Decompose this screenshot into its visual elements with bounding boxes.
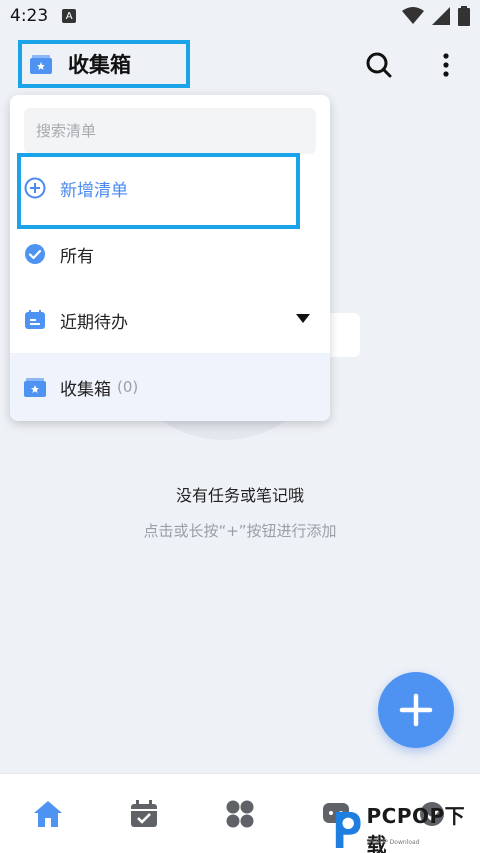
signal-icon xyxy=(432,7,450,25)
search-icon xyxy=(366,52,392,78)
caret-down-icon[interactable] xyxy=(296,314,310,324)
list-item-recent[interactable]: 近期待办 xyxy=(10,287,330,353)
more-options-button[interactable] xyxy=(434,48,458,82)
list-dropdown: 新增清单 所有 近期待办 收集箱 (0) xyxy=(10,95,330,421)
home-icon xyxy=(34,801,62,827)
list-item-all-label: 所有 xyxy=(60,246,94,267)
status-bar: 4:23 A xyxy=(0,0,480,32)
plus-icon xyxy=(399,693,433,727)
add-task-fab[interactable] xyxy=(378,672,454,748)
pcpop-logo-icon xyxy=(335,811,361,849)
nav-home[interactable] xyxy=(30,796,66,832)
grid-icon xyxy=(226,800,254,828)
calendar-list-icon xyxy=(25,310,45,329)
inbox-star-icon xyxy=(30,55,52,74)
add-list-label: 新增清单 xyxy=(60,180,128,201)
inbox-star-icon xyxy=(24,378,46,397)
status-time: 4:23 xyxy=(10,6,49,26)
nav-calendar[interactable] xyxy=(126,796,162,832)
search-button[interactable] xyxy=(362,48,396,82)
empty-state-title: 没有任务或笔记哦 xyxy=(175,486,304,505)
list-item-recent-label: 近期待办 xyxy=(60,312,128,333)
check-circle-icon xyxy=(25,244,45,264)
list-item-all[interactable]: 所有 xyxy=(10,221,330,287)
list-selector[interactable]: 收集箱 xyxy=(18,40,190,88)
add-circle-icon xyxy=(24,177,46,199)
watermark-subtext: PCPOP Download xyxy=(368,839,420,846)
notification-a-icon: A xyxy=(62,9,77,23)
list-item-inbox-count: (0) xyxy=(117,378,139,396)
app-bar: 收集箱 xyxy=(0,32,480,96)
list-item-inbox-label: 收集箱 xyxy=(60,379,111,400)
page-title: 收集箱 xyxy=(68,53,131,77)
wifi-icon xyxy=(402,7,424,24)
watermark: PCPOP下载 PCPOP Download xyxy=(332,804,480,853)
calendar-check-icon xyxy=(131,800,157,827)
nav-grid[interactable] xyxy=(222,796,258,832)
battery-icon xyxy=(458,6,470,26)
status-indicators xyxy=(402,6,470,26)
list-search-input[interactable] xyxy=(24,108,316,154)
list-item-inbox[interactable]: 收集箱 (0) xyxy=(10,353,330,421)
more-vertical-icon xyxy=(443,53,449,77)
add-list-item[interactable]: 新增清单 xyxy=(10,155,330,221)
empty-state-subtitle: 点击或长按“+”按钮进行添加 xyxy=(143,522,337,540)
